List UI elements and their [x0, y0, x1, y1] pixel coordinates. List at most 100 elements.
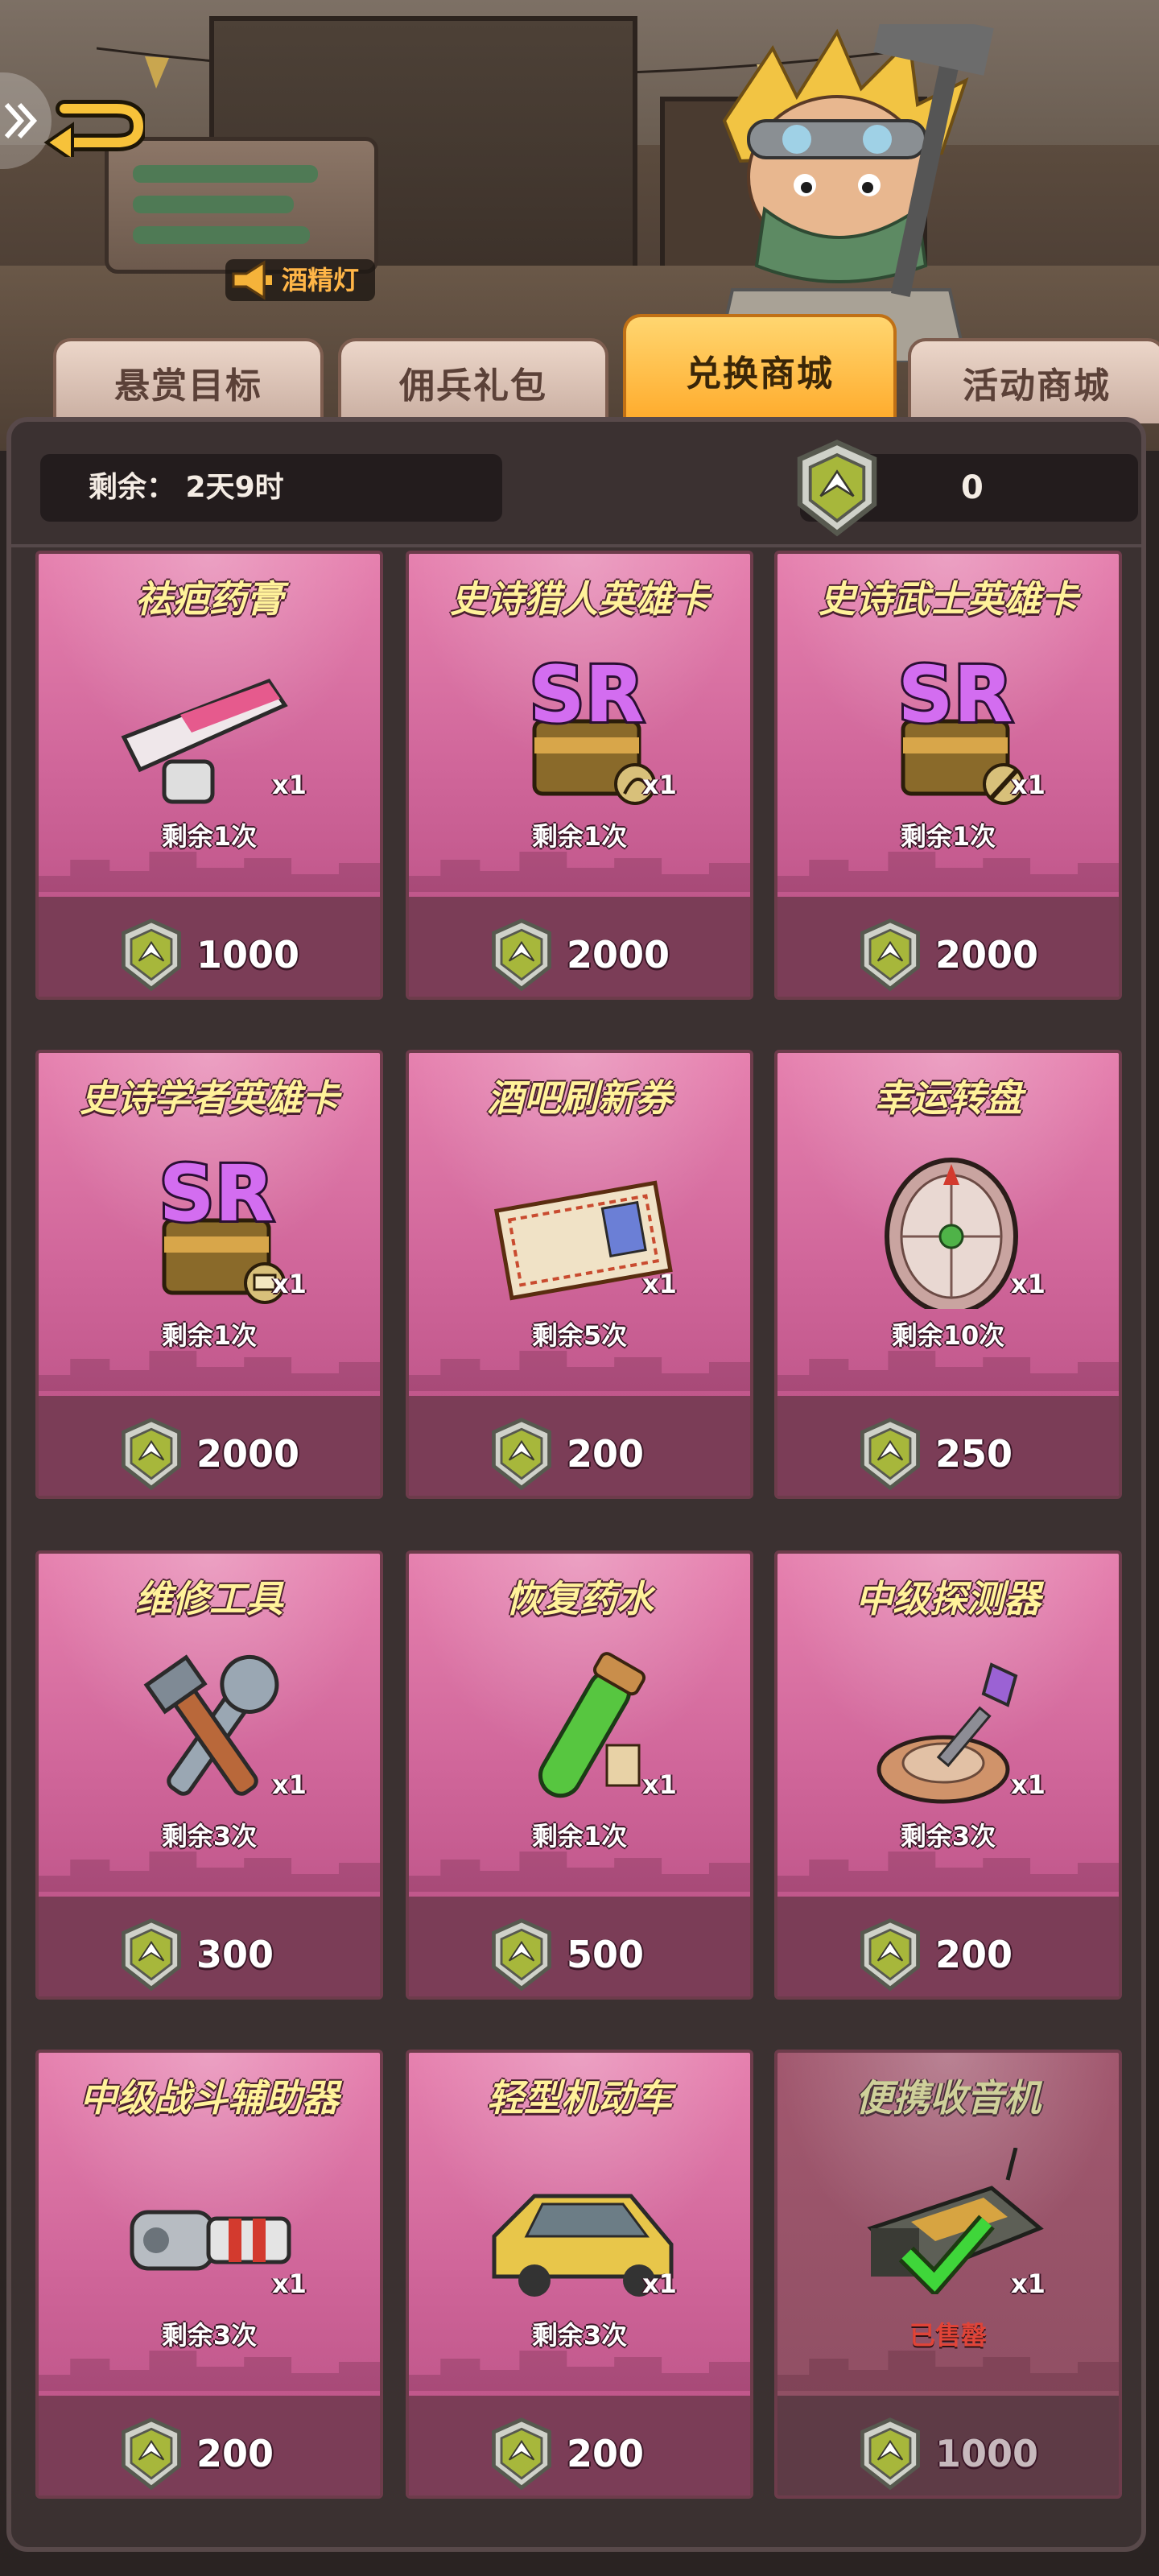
remaining-count: 剩余3次: [161, 2320, 258, 2351]
shop-panel: 剩余： 2天9时 0 祛疤药膏 x1 剩余1次 1000 史诗猎人英雄卡 SR x1 剩余1次…: [6, 417, 1146, 2552]
remaining-count: 剩余1次: [161, 1320, 258, 1351]
item-price: 1000: [935, 2432, 1039, 2475]
divider: [11, 544, 1141, 547]
badge-coin-icon: [860, 919, 920, 992]
tab-exchange-shop[interactable]: 兑换商城: [623, 314, 897, 423]
remaining-count: 剩余1次: [900, 821, 996, 852]
item-price: 250: [935, 1432, 1013, 1476]
item-title: 轻型机动车: [487, 2076, 672, 2120]
item-quantity: x1: [642, 1769, 677, 1800]
remaining-count: 剩余3次: [161, 1821, 258, 1852]
item-quantity: x1: [642, 2268, 677, 2299]
remaining-count: 剩余10次: [891, 1320, 1005, 1351]
price-bar: 200: [39, 2396, 380, 2496]
shop-item-card[interactable]: 恢复药水 x1 剩余1次 500: [406, 1550, 753, 2000]
item-price: 200: [196, 2432, 274, 2475]
shop-item-card[interactable]: 便携收音机 x1 已售罄 1000: [774, 2050, 1122, 2499]
badge-coin-icon: [860, 1418, 920, 1491]
shop-item-card[interactable]: 中级探测器 x1 剩余3次 200: [774, 1550, 1122, 2000]
item-quantity: x1: [1011, 770, 1046, 800]
megaphone-icon: [232, 260, 272, 300]
item-price: 1000: [196, 933, 300, 976]
item-title: 幸运转盘: [874, 1076, 1022, 1120]
badge-coin-icon: [122, 1918, 181, 1992]
item-quantity: x1: [642, 1269, 677, 1299]
item-title: 史诗武士英雄卡: [819, 577, 1078, 621]
notice-text: 酒精灯: [282, 265, 360, 295]
shop-item-card[interactable]: 酒吧刷新券 x1 剩余5次 200: [406, 1050, 753, 1499]
svg-text:SR: SR: [529, 650, 644, 740]
price-bar: 2000: [409, 897, 750, 997]
item-price: 300: [196, 1933, 274, 1976]
shop-item-card[interactable]: 幸运转盘 x1 剩余10次 250: [774, 1050, 1122, 1499]
price-bar: 200: [409, 2396, 750, 2496]
badge-coin-icon: [122, 2417, 181, 2491]
item-price: 200: [567, 2432, 645, 2475]
badge-coin-icon: [492, 919, 551, 992]
price-bar: 500: [409, 1897, 750, 1996]
item-quantity: x1: [272, 2268, 307, 2299]
remaining-time-box: 剩余： 2天9时: [40, 454, 502, 522]
tab-label: 佣兵礼包: [399, 365, 547, 407]
sold-out-label: 已售罄: [909, 2320, 987, 2351]
price-bar: 300: [39, 1897, 380, 1996]
item-quantity: x1: [272, 770, 307, 800]
badge-coin-icon: [860, 2417, 920, 2491]
tab-bounty[interactable]: 悬赏目标: [53, 338, 324, 423]
item-title: 史诗学者英雄卡: [80, 1076, 339, 1120]
tab-label: 悬赏目标: [114, 365, 262, 407]
badge-coin-icon: [122, 1418, 181, 1491]
item-price: 2000: [196, 1432, 300, 1476]
remaining-count: 剩余1次: [531, 1821, 628, 1852]
item-title: 中级探测器: [856, 1577, 1041, 1620]
price-bar: 1000: [777, 2396, 1119, 2496]
tab-label: 活动商城: [963, 365, 1111, 407]
badge-coin-icon: [492, 1918, 551, 1992]
check-icon: [898, 2215, 995, 2294]
shop-item-card[interactable]: 轻型机动车 x1 剩余3次 200: [406, 2050, 753, 2499]
item-price: 2000: [567, 933, 670, 976]
currency-amount: 0: [961, 469, 984, 506]
shop-item-card[interactable]: 史诗学者英雄卡 SR x1 剩余1次 2000: [35, 1050, 383, 1499]
shop-item-card[interactable]: 史诗武士英雄卡 SR x1 剩余1次 2000: [774, 551, 1122, 1000]
price-bar: 2000: [39, 1396, 380, 1496]
remaining-time: 剩余： 2天9时: [89, 471, 284, 504]
shop-item-card[interactable]: 祛疤药膏 x1 剩余1次 1000: [35, 551, 383, 1000]
price-bar: 2000: [777, 897, 1119, 997]
shop-item-card[interactable]: 维修工具 x1 剩余3次 300: [35, 1550, 383, 2000]
price-bar: 200: [409, 1396, 750, 1496]
tab-label: 兑换商城: [686, 353, 834, 394]
item-quantity: x1: [1011, 2268, 1046, 2299]
item-quantity: x1: [642, 770, 677, 800]
item-price: 500: [567, 1933, 645, 1976]
shop-item-card[interactable]: 史诗猎人英雄卡 SR x1 剩余1次 2000: [406, 551, 753, 1000]
back-arrow-icon[interactable]: [40, 93, 145, 157]
tab-event-shop[interactable]: 活动商城: [908, 338, 1159, 423]
badge-coin-icon: [797, 440, 877, 537]
item-title: 恢复药水: [505, 1577, 654, 1620]
tab-mercenary-pack[interactable]: 佣兵礼包: [338, 338, 608, 423]
badge-coin-icon: [492, 2417, 551, 2491]
svg-text:SR: SR: [159, 1149, 274, 1239]
item-quantity: x1: [1011, 1769, 1046, 1800]
item-title: 中级战斗辅助器: [80, 2076, 339, 2120]
item-quantity: x1: [272, 1769, 307, 1800]
item-price: 2000: [935, 933, 1039, 976]
item-title: 便携收音机: [856, 2076, 1041, 2120]
item-title: 祛疤药膏: [135, 577, 283, 621]
item-quantity: x1: [1011, 1269, 1046, 1299]
price-bar: 250: [777, 1396, 1119, 1496]
info-bar: 剩余： 2天9时 0: [27, 440, 1138, 537]
price-bar: 200: [777, 1897, 1119, 1996]
item-title: 维修工具: [135, 1577, 283, 1620]
item-quantity: x1: [272, 1269, 307, 1299]
remaining-count: 剩余3次: [900, 1821, 996, 1852]
remaining-count: 剩余5次: [531, 1320, 628, 1351]
badge-coin-icon: [492, 1418, 551, 1491]
remaining-count: 剩余3次: [531, 2320, 628, 2351]
badge-coin-icon: [122, 919, 181, 992]
item-price: 200: [935, 1933, 1013, 1976]
shop-item-card[interactable]: 中级战斗辅助器 x1 剩余3次 200: [35, 2050, 383, 2499]
item-title: 史诗猎人英雄卡: [450, 577, 709, 621]
bar-sign: [105, 137, 378, 274]
